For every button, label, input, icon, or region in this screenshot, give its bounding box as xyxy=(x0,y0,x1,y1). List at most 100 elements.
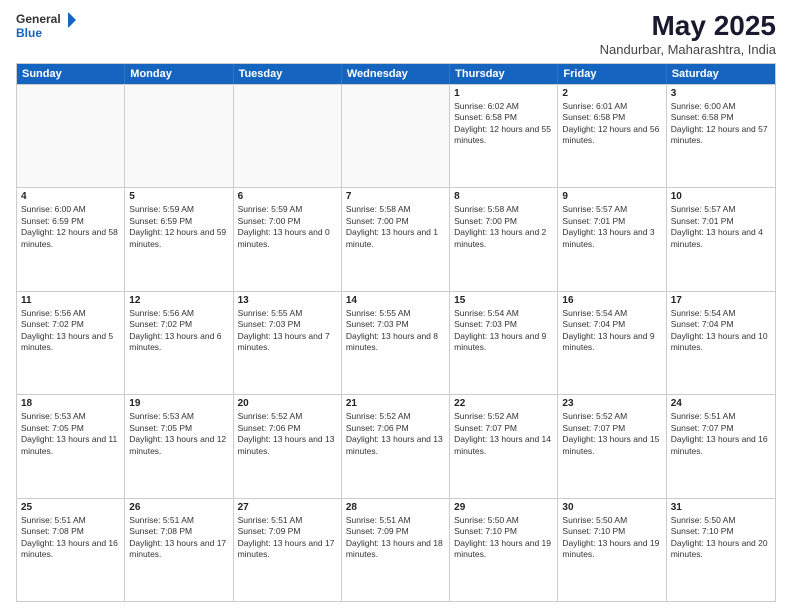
day-number: 22 xyxy=(454,398,553,409)
cell-info: Sunrise: 5:51 AMSunset: 7:09 PMDaylight:… xyxy=(238,515,337,561)
calendar-cell xyxy=(234,85,342,187)
cell-info: Sunrise: 5:52 AMSunset: 7:06 PMDaylight:… xyxy=(346,411,445,457)
cell-info: Sunrise: 5:50 AMSunset: 7:10 PMDaylight:… xyxy=(671,515,771,561)
cell-info: Sunrise: 5:51 AMSunset: 7:08 PMDaylight:… xyxy=(129,515,228,561)
cell-info: Sunrise: 5:51 AMSunset: 7:08 PMDaylight:… xyxy=(21,515,120,561)
header-day-tuesday: Tuesday xyxy=(234,64,342,84)
header-day-friday: Friday xyxy=(558,64,666,84)
calendar-cell: 13 Sunrise: 5:55 AMSunset: 7:03 PMDayligh… xyxy=(234,292,342,394)
calendar-body: 1Sunrise: 6:02 AMSunset: 6:58 PMDaylight… xyxy=(17,84,775,601)
title-block: May 2025 Nandurbar, Maharashtra, India xyxy=(600,10,776,57)
calendar-cell: 8 Sunrise: 5:58 AMSunset: 7:00 PMDaylight… xyxy=(450,188,558,290)
calendar-cell: 30 Sunrise: 5:50 AMSunset: 7:10 PMDayligh… xyxy=(558,499,666,601)
day-number: 30 xyxy=(562,502,661,513)
title-month: May 2025 xyxy=(600,10,776,42)
cell-info: Sunrise: 5:52 AMSunset: 7:07 PMDaylight:… xyxy=(454,411,553,457)
cell-info: Sunrise: 5:58 AMSunset: 7:00 PMDaylight:… xyxy=(346,204,445,250)
calendar-cell: 5Sunrise: 5:59 AMSunset: 6:59 PMDaylight… xyxy=(125,188,233,290)
day-number: 6 xyxy=(238,191,337,202)
calendar-cell: 4 Sunrise: 6:00 AMSunset: 6:59 PMDaylight… xyxy=(17,188,125,290)
header: GeneralBlue May 2025 Nandurbar, Maharash… xyxy=(16,10,776,57)
day-number: 18 xyxy=(21,398,120,409)
cell-info: Sunrise: 5:54 AMSunset: 7:04 PMDaylight:… xyxy=(562,308,661,354)
calendar-row-4: 18 Sunrise: 5:53 AMSunset: 7:05 PMDayligh… xyxy=(17,394,775,497)
cell-info: Sunrise: 5:58 AMSunset: 7:00 PMDaylight:… xyxy=(454,204,553,250)
calendar-cell: 21 Sunrise: 5:52 AMSunset: 7:06 PMDayligh… xyxy=(342,395,450,497)
calendar-cell xyxy=(125,85,233,187)
calendar-row-5: 25Sunrise: 5:51 AMSunset: 7:08 PMDayligh… xyxy=(17,498,775,601)
logo-svg: GeneralBlue xyxy=(16,10,76,40)
cell-info: Sunrise: 6:00 AMSunset: 6:58 PMDaylight:… xyxy=(671,101,771,147)
cell-info: Sunrise: 5:50 AMSunset: 7:10 PMDaylight:… xyxy=(562,515,661,561)
cell-info: Sunrise: 5:56 AMSunset: 7:02 PMDaylight:… xyxy=(21,308,120,354)
calendar-cell: 9Sunrise: 5:57 AMSunset: 7:01 PMDaylight… xyxy=(558,188,666,290)
calendar-cell: 11 Sunrise: 5:56 AMSunset: 7:02 PMDayligh… xyxy=(17,292,125,394)
calendar-cell: 15Sunrise: 5:54 AMSunset: 7:03 PMDayligh… xyxy=(450,292,558,394)
cell-info: Sunrise: 5:52 AMSunset: 7:06 PMDaylight:… xyxy=(238,411,337,457)
day-number: 7 xyxy=(346,191,445,202)
cell-info: Sunrise: 5:57 AMSunset: 7:01 PMDaylight:… xyxy=(562,204,661,250)
calendar-cell: 1Sunrise: 6:02 AMSunset: 6:58 PMDaylight… xyxy=(450,85,558,187)
day-number: 2 xyxy=(562,88,661,99)
day-number: 12 xyxy=(129,295,228,306)
calendar-cell: 20 Sunrise: 5:52 AMSunset: 7:06 PMDayligh… xyxy=(234,395,342,497)
page: GeneralBlue May 2025 Nandurbar, Maharash… xyxy=(0,0,792,612)
title-location: Nandurbar, Maharashtra, India xyxy=(600,42,776,57)
day-number: 27 xyxy=(238,502,337,513)
day-number: 19 xyxy=(129,398,228,409)
cell-info: Sunrise: 5:57 AMSunset: 7:01 PMDaylight:… xyxy=(671,204,771,250)
calendar-cell: 7 Sunrise: 5:58 AMSunset: 7:00 PMDaylight… xyxy=(342,188,450,290)
svg-text:Blue: Blue xyxy=(16,26,42,40)
day-number: 20 xyxy=(238,398,337,409)
calendar-cell: 24 Sunrise: 5:51 AMSunset: 7:07 PMDayligh… xyxy=(667,395,775,497)
cell-info: Sunrise: 5:55 AMSunset: 7:03 PMDaylight:… xyxy=(346,308,445,354)
day-number: 3 xyxy=(671,88,771,99)
cell-info: Sunrise: 6:00 AMSunset: 6:59 PMDaylight:… xyxy=(21,204,120,250)
cell-info: Sunrise: 5:51 AMSunset: 7:07 PMDaylight:… xyxy=(671,411,771,457)
cell-info: Sunrise: 5:50 AMSunset: 7:10 PMDaylight:… xyxy=(454,515,553,561)
calendar-cell: 10 Sunrise: 5:57 AMSunset: 7:01 PMDayligh… xyxy=(667,188,775,290)
day-number: 11 xyxy=(21,295,120,306)
cell-info: Sunrise: 5:59 AMSunset: 6:59 PMDaylight:… xyxy=(129,204,228,250)
day-number: 14 xyxy=(346,295,445,306)
calendar-cell xyxy=(342,85,450,187)
day-number: 10 xyxy=(671,191,771,202)
day-number: 28 xyxy=(346,502,445,513)
calendar-cell: 18 Sunrise: 5:53 AMSunset: 7:05 PMDayligh… xyxy=(17,395,125,497)
header-day-monday: Monday xyxy=(125,64,233,84)
calendar-cell: 27 Sunrise: 5:51 AMSunset: 7:09 PMDayligh… xyxy=(234,499,342,601)
calendar-cell: 2 Sunrise: 6:01 AMSunset: 6:58 PMDaylight… xyxy=(558,85,666,187)
calendar-cell: 12 Sunrise: 5:56 AMSunset: 7:02 PMDayligh… xyxy=(125,292,233,394)
calendar-cell: 23Sunrise: 5:52 AMSunset: 7:07 PMDayligh… xyxy=(558,395,666,497)
day-number: 26 xyxy=(129,502,228,513)
calendar-cell: 6 Sunrise: 5:59 AMSunset: 7:00 PMDaylight… xyxy=(234,188,342,290)
calendar-row-2: 4 Sunrise: 6:00 AMSunset: 6:59 PMDaylight… xyxy=(17,187,775,290)
cell-info: Sunrise: 5:54 AMSunset: 7:03 PMDaylight:… xyxy=(454,308,553,354)
calendar-row-1: 1Sunrise: 6:02 AMSunset: 6:58 PMDaylight… xyxy=(17,84,775,187)
calendar-cell: 31 Sunrise: 5:50 AMSunset: 7:10 PMDayligh… xyxy=(667,499,775,601)
calendar-cell: 19Sunrise: 5:53 AMSunset: 7:05 PMDayligh… xyxy=(125,395,233,497)
header-day-wednesday: Wednesday xyxy=(342,64,450,84)
header-day-thursday: Thursday xyxy=(450,64,558,84)
calendar-header: SundayMondayTuesdayWednesdayThursdayFrid… xyxy=(17,64,775,84)
day-number: 23 xyxy=(562,398,661,409)
cell-info: Sunrise: 5:59 AMSunset: 7:00 PMDaylight:… xyxy=(238,204,337,250)
day-number: 13 xyxy=(238,295,337,306)
day-number: 24 xyxy=(671,398,771,409)
cell-info: Sunrise: 6:01 AMSunset: 6:58 PMDaylight:… xyxy=(562,101,661,147)
calendar-cell: 16 Sunrise: 5:54 AMSunset: 7:04 PMDayligh… xyxy=(558,292,666,394)
cell-info: Sunrise: 5:56 AMSunset: 7:02 PMDaylight:… xyxy=(129,308,228,354)
day-number: 31 xyxy=(671,502,771,513)
day-number: 8 xyxy=(454,191,553,202)
cell-info: Sunrise: 5:55 AMSunset: 7:03 PMDaylight:… xyxy=(238,308,337,354)
calendar-cell: 17Sunrise: 5:54 AMSunset: 7:04 PMDayligh… xyxy=(667,292,775,394)
cell-info: Sunrise: 5:53 AMSunset: 7:05 PMDaylight:… xyxy=(21,411,120,457)
svg-text:General: General xyxy=(16,12,61,26)
calendar-cell: 29Sunrise: 5:50 AMSunset: 7:10 PMDayligh… xyxy=(450,499,558,601)
day-number: 4 xyxy=(21,191,120,202)
cell-info: Sunrise: 6:02 AMSunset: 6:58 PMDaylight:… xyxy=(454,101,553,147)
header-day-sunday: Sunday xyxy=(17,64,125,84)
day-number: 16 xyxy=(562,295,661,306)
day-number: 21 xyxy=(346,398,445,409)
calendar-cell: 26 Sunrise: 5:51 AMSunset: 7:08 PMDayligh… xyxy=(125,499,233,601)
